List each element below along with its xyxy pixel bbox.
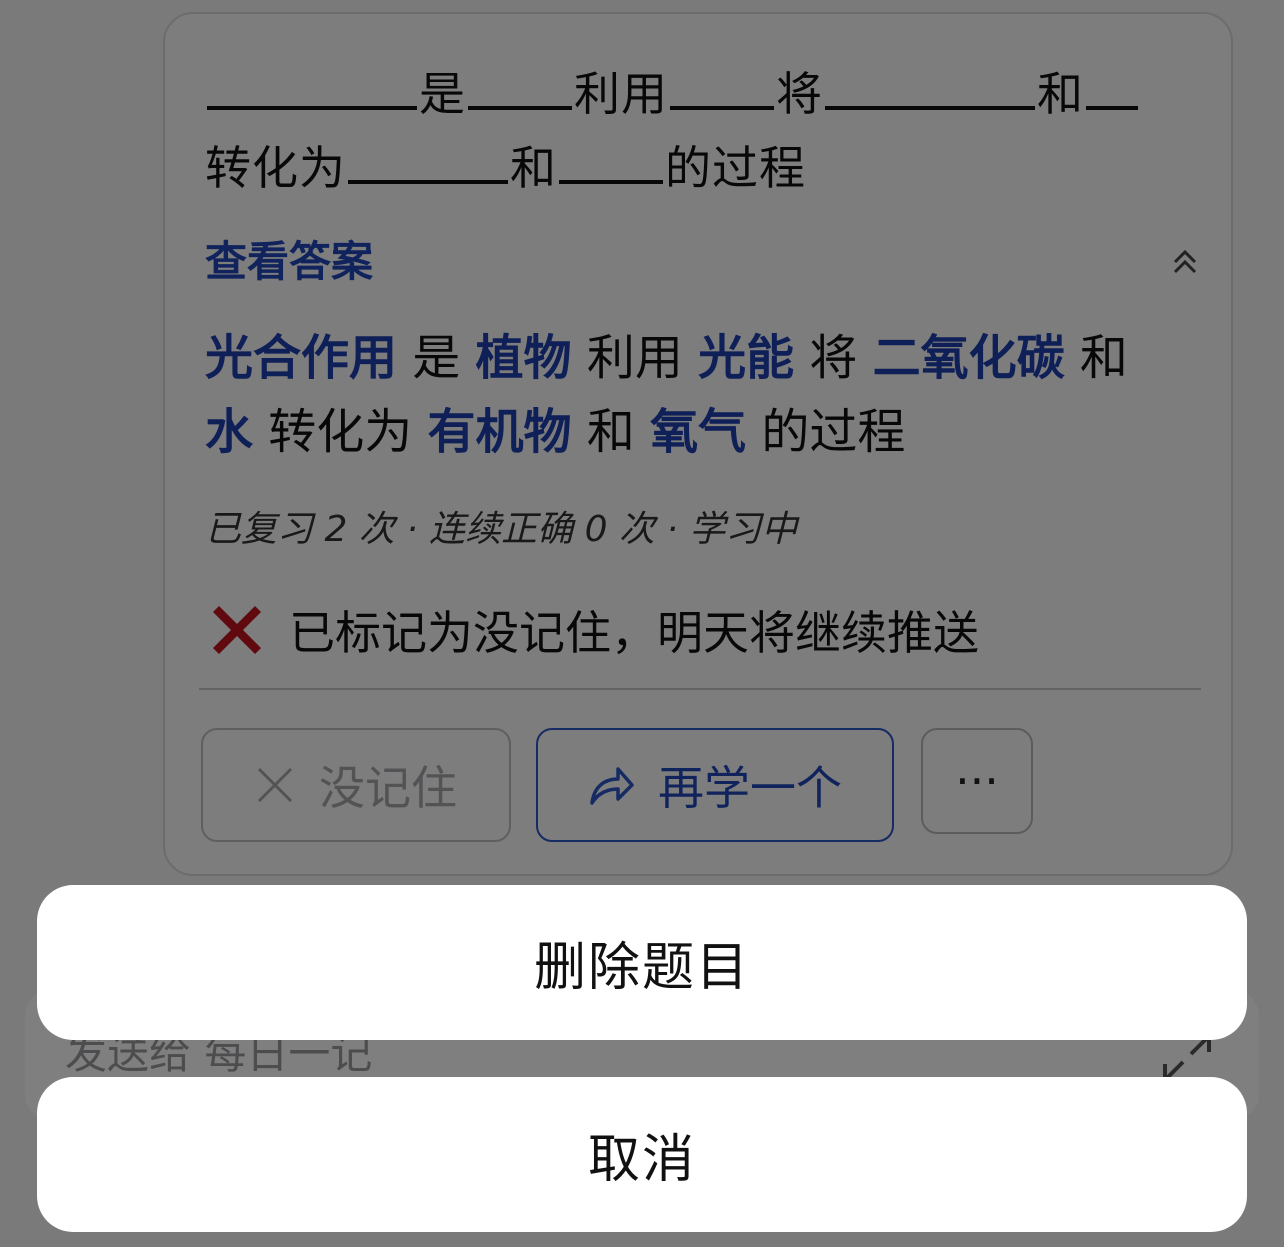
delete-question-button[interactable]: 删除题目 xyxy=(37,885,1247,1040)
cancel-button[interactable]: 取消 xyxy=(37,1077,1247,1232)
modal-overlay[interactable] xyxy=(0,0,1284,1247)
